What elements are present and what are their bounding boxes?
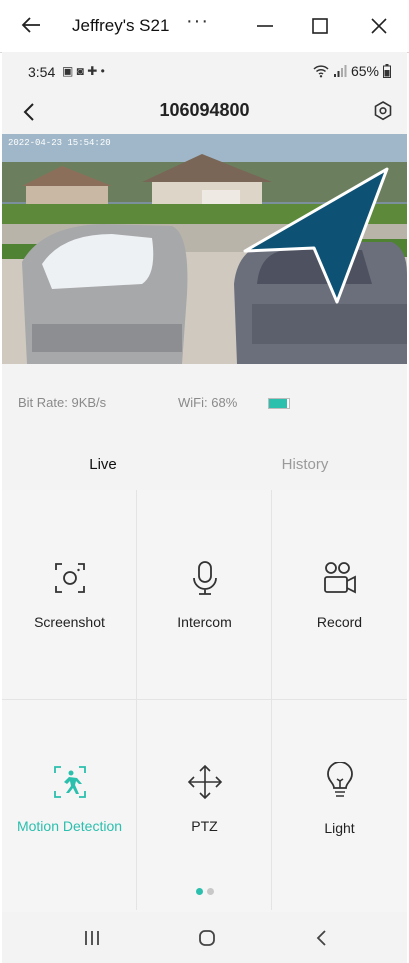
status-time: 3:54 — [28, 64, 56, 80]
bitrate-stat: Bit Rate: 9KB/s — [18, 395, 106, 410]
motion-detection-button[interactable]: Motion Detection — [2, 700, 137, 910]
bitrate-label: Bit Rate: — [18, 395, 68, 410]
recent-apps-icon[interactable] — [80, 926, 104, 950]
screenshot-icon — [55, 563, 85, 593]
intercom-label: Intercom — [177, 614, 232, 630]
light-button[interactable]: Light — [272, 700, 407, 910]
stream-stats: Bit Rate: 9KB/s WiFi: 68% — [2, 364, 407, 439]
window-titlebar: Jeffrey's S21 ··· — [0, 0, 409, 53]
notification-icons: ▣ ◙ ✚ • — [62, 64, 105, 78]
window-title: Jeffrey's S21 — [72, 16, 170, 35]
ptz-button[interactable]: PTZ — [137, 700, 272, 910]
view-tabs: Live History — [2, 438, 407, 491]
settings-gear-icon[interactable] — [371, 99, 395, 123]
motion-detection-icon — [54, 766, 86, 798]
window-back-arrow-icon[interactable] — [18, 12, 44, 38]
tab-history[interactable]: History — [204, 456, 406, 473]
ptz-arrows-icon — [187, 764, 223, 800]
wifi-signal-icon — [313, 65, 329, 78]
minimize-icon[interactable] — [252, 13, 278, 39]
device-id-title: 106094800 — [159, 100, 250, 120]
wifi-value: 68% — [211, 395, 238, 410]
back-nav-icon[interactable] — [310, 926, 334, 950]
app-header: 106094800 — [2, 92, 407, 134]
page-dot[interactable] — [206, 888, 214, 895]
microphone-icon — [193, 561, 217, 595]
home-icon[interactable] — [195, 926, 219, 950]
action-grid: Screenshot Intercom Record Motion Detect… — [2, 490, 407, 910]
android-navigation-bar — [2, 912, 407, 963]
window-more-button[interactable]: ··· — [186, 10, 209, 33]
intercom-button[interactable]: Intercom — [137, 490, 272, 700]
lightbulb-icon — [327, 762, 353, 797]
status-bar: 3:54 ▣ ◙ ✚ • 65% — [2, 52, 407, 92]
wifi-label: WiFi: — [178, 395, 208, 410]
record-button[interactable]: Record — [272, 490, 407, 700]
motion-detection-label: Motion Detection — [16, 818, 123, 834]
screenshot-label: Screenshot — [34, 614, 105, 630]
screenshot-button[interactable]: Screenshot — [2, 490, 137, 700]
battery-percent: 65% — [350, 63, 379, 79]
live-video-feed[interactable]: 2022-04-23 15:54:20 — [2, 134, 407, 364]
cell-signal-icon — [333, 65, 347, 77]
record-icon — [324, 562, 356, 594]
video-timestamp: 2022-04-23 15:54:20 — [8, 138, 111, 148]
light-label: Light — [324, 820, 355, 836]
ptz-label: PTZ — [191, 818, 218, 834]
camera-image — [2, 134, 407, 364]
page-indicator — [2, 888, 407, 900]
phone-screen: 3:54 ▣ ◙ ✚ • 65% 106094800 2022-04-23 15… — [2, 52, 407, 963]
tab-live[interactable]: Live — [2, 456, 204, 473]
page-dot-active[interactable] — [195, 888, 203, 895]
close-icon[interactable] — [366, 13, 392, 39]
wifi-stat: WiFi: 68% — [178, 395, 237, 410]
maximize-icon[interactable] — [307, 13, 333, 39]
record-label: Record — [316, 614, 363, 630]
camera-battery-fill — [269, 399, 287, 408]
battery-icon — [383, 64, 391, 78]
bitrate-value: 9KB/s — [71, 395, 107, 410]
camera-battery-indicator — [268, 398, 290, 409]
